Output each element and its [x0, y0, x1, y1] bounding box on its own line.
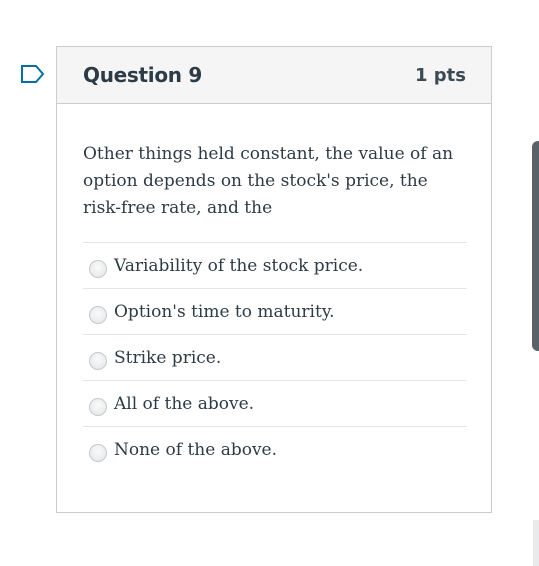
question-text: Other things held constant, the value of… — [83, 144, 454, 218]
answer-option[interactable]: Option's time to maturity. — [83, 288, 467, 334]
question-points: 1 pts — [415, 64, 466, 86]
answer-option[interactable]: All of the above. — [83, 380, 467, 426]
question-title: Question 9 — [83, 63, 202, 87]
answer-label[interactable]: Strike price. — [114, 348, 221, 368]
answer-label[interactable]: Option's time to maturity. — [114, 302, 335, 322]
radio-button[interactable] — [89, 443, 107, 462]
radio-button[interactable] — [89, 397, 107, 416]
question-body: Other things held constant, the value of… — [57, 104, 491, 472]
answer-label[interactable]: None of the above. — [114, 440, 277, 460]
question-header: Question 9 1 pts — [57, 47, 491, 104]
answer-option[interactable]: Strike price. — [83, 334, 467, 380]
radio-button[interactable] — [89, 259, 107, 278]
answer-option[interactable]: Variability of the stock price. — [83, 242, 467, 288]
answer-option[interactable]: None of the above. — [83, 426, 467, 472]
flag-question-icon[interactable] — [20, 64, 46, 84]
radio-button[interactable] — [89, 351, 107, 370]
question-card: Question 9 1 pts Other things held const… — [56, 46, 492, 513]
radio-button[interactable] — [89, 305, 107, 324]
answer-list: Variability of the stock price. Option's… — [83, 242, 467, 472]
answer-label[interactable]: Variability of the stock price. — [114, 256, 363, 276]
side-scroll-strip — [533, 520, 539, 566]
answer-label[interactable]: All of the above. — [114, 394, 254, 414]
sidebar-tab-handle[interactable] — [532, 141, 539, 351]
